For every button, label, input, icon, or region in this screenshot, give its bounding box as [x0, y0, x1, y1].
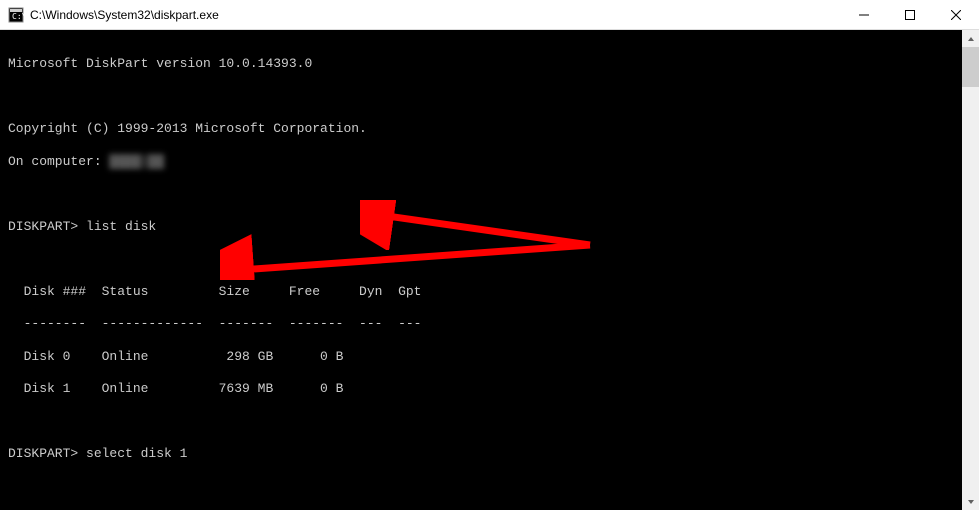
blank-line	[8, 186, 954, 202]
blank-line	[8, 479, 954, 495]
scrollbar-thumb[interactable]	[962, 47, 979, 87]
scroll-down-button[interactable]	[962, 493, 979, 510]
on-computer-line: On computer: ████-██	[8, 154, 954, 170]
command-text: select disk 1	[86, 446, 187, 461]
console[interactable]: Microsoft DiskPart version 10.0.14393.0 …	[0, 30, 962, 510]
table-row: Disk 1 Online 7639 MB 0 B	[8, 381, 954, 397]
app-icon: C:\	[8, 7, 24, 23]
table-header: Disk ### Status Size Free Dyn Gpt	[8, 284, 954, 300]
blank-line	[8, 414, 954, 430]
minimize-button[interactable]	[841, 0, 887, 30]
blank-line	[8, 251, 954, 267]
computer-name-redacted: ████-██	[109, 154, 164, 169]
titlebar: C:\ C:\Windows\System32\diskpart.exe	[0, 0, 979, 30]
console-area: Microsoft DiskPart version 10.0.14393.0 …	[0, 30, 979, 510]
scroll-up-button[interactable]	[962, 30, 979, 47]
command-text: list disk	[86, 219, 156, 234]
version-line: Microsoft DiskPart version 10.0.14393.0	[8, 56, 954, 72]
window-controls	[841, 0, 979, 29]
svg-text:C:\: C:\	[12, 12, 24, 21]
table-divider: -------- ------------- ------- ------- -…	[8, 316, 954, 332]
prompt-select-disk: DISKPART> select disk 1	[8, 446, 954, 462]
table-row: Disk 0 Online 298 GB 0 B	[8, 349, 954, 365]
on-computer-label: On computer:	[8, 154, 109, 169]
copyright-line: Copyright (C) 1999-2013 Microsoft Corpor…	[8, 121, 954, 137]
window-title: C:\Windows\System32\diskpart.exe	[30, 8, 841, 22]
prompt-list-disk: DISKPART> list disk	[8, 219, 954, 235]
blank-line	[8, 89, 954, 105]
prompt-label: DISKPART>	[8, 446, 86, 461]
maximize-button[interactable]	[887, 0, 933, 30]
prompt-label: DISKPART>	[8, 219, 86, 234]
close-button[interactable]	[933, 0, 979, 30]
vertical-scrollbar[interactable]	[962, 30, 979, 510]
